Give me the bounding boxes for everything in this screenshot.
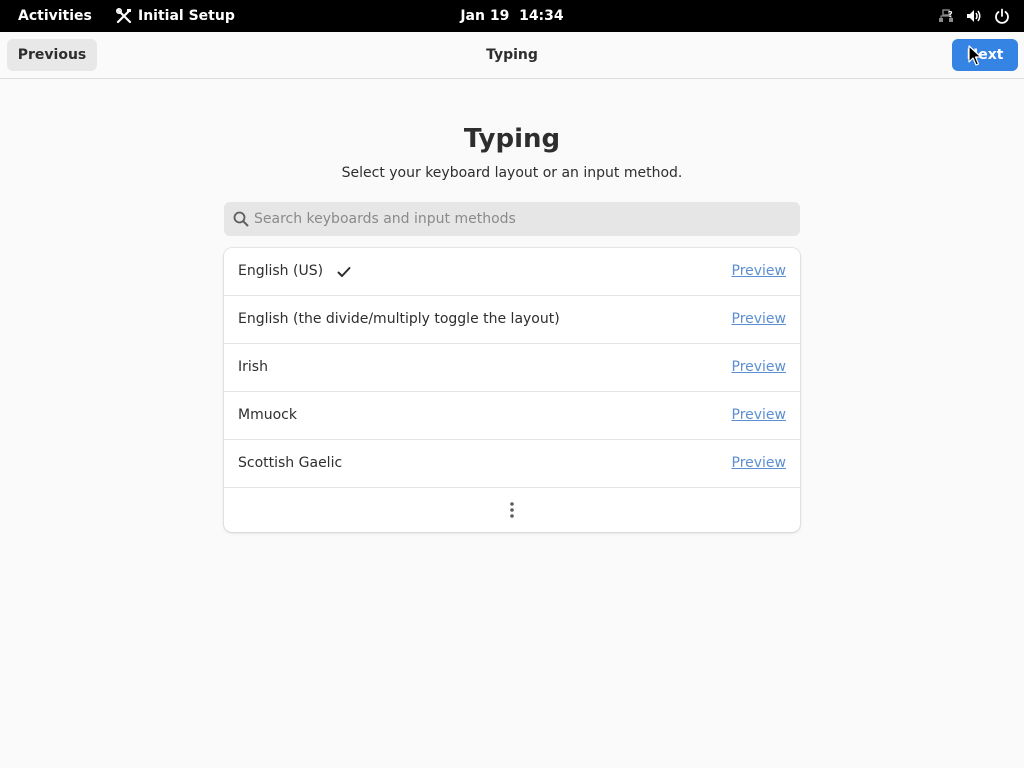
layout-row-english-us[interactable]: English (US) Preview [224, 248, 800, 296]
search-box[interactable] [224, 202, 800, 236]
layout-label-container: Mmuock [238, 392, 297, 439]
layout-name: English (the divide/multiply toggle the … [238, 311, 560, 327]
tools-icon [116, 8, 132, 24]
layout-row-scottish-gaelic[interactable]: Scottish Gaelic Preview [224, 440, 800, 488]
preview-link[interactable]: Preview [732, 440, 787, 487]
app-menu[interactable]: Initial Setup [108, 3, 243, 29]
app-name: Initial Setup [138, 8, 235, 24]
clock[interactable]: Jan 19 14:34 [460, 8, 563, 24]
layout-name: Mmuock [238, 407, 297, 423]
layout-row-mmuock[interactable]: Mmuock Preview [224, 392, 800, 440]
previous-button[interactable]: Previous [7, 39, 97, 71]
header-title: Typing [486, 47, 538, 63]
checkmark-icon [337, 265, 351, 279]
next-button[interactable]: Next [952, 39, 1018, 71]
power-icon [994, 8, 1010, 24]
header-bar: Previous Typing Next [0, 32, 1024, 79]
svg-text:?: ? [948, 10, 953, 19]
page-subtitle: Select your keyboard layout or an input … [341, 165, 683, 181]
preview-link[interactable]: Preview [732, 344, 787, 391]
system-status-area[interactable]: ? [932, 3, 1016, 29]
volume-icon [966, 8, 982, 24]
preview-link[interactable]: Preview [732, 296, 787, 343]
layout-row-english-divide-multiply[interactable]: English (the divide/multiply toggle the … [224, 296, 800, 344]
layout-label-container: Irish [238, 344, 268, 391]
layout-label-container: English (the divide/multiply toggle the … [238, 296, 560, 343]
view-more-icon [508, 501, 516, 523]
page-title: Typing [463, 124, 561, 154]
search-input[interactable] [254, 202, 784, 236]
top-bar: Activities Initial Setup Jan 19 14:34 ? [0, 0, 1024, 32]
layout-name: Scottish Gaelic [238, 455, 343, 471]
preview-link[interactable]: Preview [732, 248, 787, 295]
keyboard-layout-list: English (US) Preview English (the divide… [224, 248, 800, 532]
layout-row-irish[interactable]: Irish Preview [224, 344, 800, 392]
preview-link[interactable]: Preview [732, 392, 787, 439]
layout-name: English (US) [238, 263, 324, 279]
activities-button[interactable]: Activities [8, 3, 102, 29]
show-more-row[interactable] [224, 488, 800, 532]
layout-label-container: Scottish Gaelic [238, 440, 342, 487]
layout-name: Irish [238, 359, 268, 375]
layout-label-container: English (US) [238, 248, 351, 295]
search-icon [233, 211, 249, 231]
network-unknown-icon: ? [938, 8, 954, 24]
